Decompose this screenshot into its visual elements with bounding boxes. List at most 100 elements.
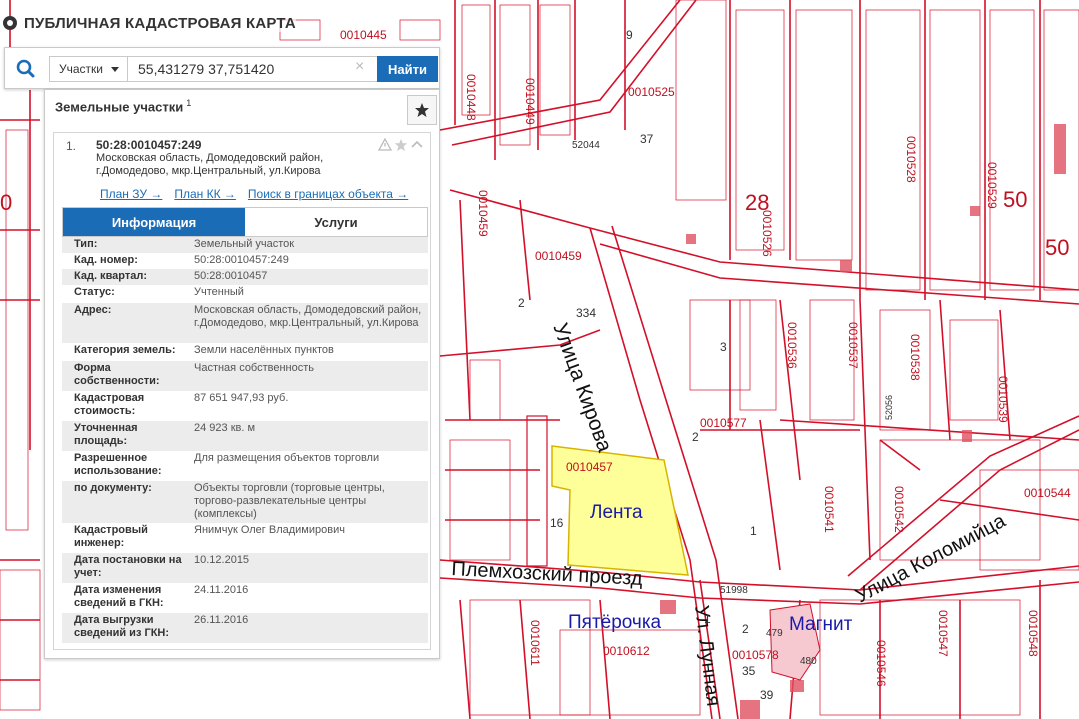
- info-row: Тип: Земельный участок: [62, 237, 428, 253]
- app-title: ПУБЛИЧНАЯ КАДАСТРОВАЯ КАРТА: [24, 14, 296, 32]
- quarter-label: 0010542: [892, 486, 906, 533]
- search-icon[interactable]: [9, 54, 43, 84]
- parcel-number: 39: [760, 688, 774, 702]
- block-num-50b: 50: [1045, 235, 1070, 260]
- quarter-label: 0010548: [1026, 610, 1040, 657]
- quarter-label: 0010445: [340, 28, 387, 42]
- result-index: 1.: [66, 139, 77, 153]
- find-button[interactable]: Найти: [377, 56, 438, 82]
- info-row: Кад. номер: 50:28:0010457:249: [62, 253, 428, 269]
- info-row: Кад. квартал: 50:28:0010457: [62, 269, 428, 285]
- info-row: Разрешенное использование: Для размещения…: [62, 451, 428, 481]
- info-value: Янимчук Олег Владимирович: [194, 524, 345, 536]
- parcel-number: 1: [704, 612, 711, 626]
- result-card: 1. 50:28:0010457:249 Московская область,…: [53, 132, 431, 650]
- info-row: Дата выгрузки сведений из ГКН: 26.11.2016: [62, 613, 428, 643]
- info-value: Объекты торговли (торговые центры, торго…: [194, 482, 385, 520]
- plan-zu-link[interactable]: План ЗУ →: [100, 187, 162, 201]
- info-row: Дата изменения сведений в ГКН: 24.11.2016: [62, 583, 428, 613]
- parcel-number: 51998: [720, 585, 748, 596]
- quarter-label: 0010525: [628, 85, 675, 99]
- info-key: Дата изменения сведений в ГКН:: [74, 584, 164, 609]
- quarter-label: 0010547: [936, 610, 950, 657]
- quarter-label: 0010611: [528, 620, 542, 666]
- info-row: Форма собственности: Частная собственност…: [62, 361, 428, 391]
- info-row: Категория земель: Земли населённых пункто…: [62, 343, 428, 361]
- parcel-number: 480: [800, 656, 817, 667]
- chevron-up-icon[interactable]: [410, 138, 424, 152]
- quarter-label: 0010459: [535, 249, 582, 263]
- search-type-label: Участки: [59, 62, 103, 76]
- quarter-label: 0010526: [760, 210, 774, 257]
- tab-info[interactable]: Информация: [63, 208, 245, 236]
- favorite-button[interactable]: [407, 95, 437, 125]
- search-type-select[interactable]: Участки: [49, 56, 128, 82]
- parcel-number: 3: [720, 340, 727, 354]
- info-value: 24.11.2016: [194, 584, 249, 596]
- parcel-number: 2: [742, 622, 749, 636]
- results-title-text: Земельные участки: [55, 99, 184, 115]
- store-label-magnit: Магнит: [789, 614, 853, 635]
- parcel-number: 52056: [884, 394, 894, 420]
- info-value[interactable]: 50:28:0010457: [186, 269, 428, 285]
- info-value: Московская область, Домодедовский район,…: [194, 304, 422, 329]
- info-key: Дата выгрузки сведений из ГКН:: [74, 614, 170, 639]
- results-header: Земельные участки 1: [45, 90, 439, 132]
- quarter-label: 0010539: [996, 376, 1010, 423]
- app-header: ПУБЛИЧНАЯ КАДАСТРОВАЯ КАРТА: [0, 10, 296, 36]
- info-value: Частная собственность: [194, 362, 315, 374]
- warning-icon[interactable]: [378, 138, 392, 152]
- info-row: Кадастровая стоимость: 87 651 947,93 руб.: [62, 391, 428, 421]
- block-num-50a: 50: [1003, 187, 1028, 212]
- store-label-pyaterochka: Пятёрочка: [568, 612, 662, 633]
- info-key: Статус:: [74, 286, 115, 298]
- results-panel: Земельные участки 1 1. 50:28:0010457:249 …: [44, 89, 440, 659]
- quarter-label: 0010541: [822, 486, 836, 533]
- info-value: 10.12.2015: [194, 554, 250, 566]
- info-value: 87 651 947,93 руб.: [194, 392, 289, 404]
- search-bar: Участки 55,431279 37,751420 × Найти: [4, 47, 440, 89]
- info-key: по документу:: [74, 482, 152, 494]
- parcel-number: 37: [640, 132, 654, 146]
- star-icon[interactable]: [394, 138, 408, 152]
- card-actions: [378, 138, 424, 152]
- search-panel: Участки 55,431279 37,751420 × Найти Земе…: [4, 47, 440, 659]
- info-value: Земельный участок: [194, 238, 295, 250]
- plan-kk-link[interactable]: План КК →: [174, 187, 236, 201]
- quarter-label: 0010528: [904, 136, 918, 183]
- quarter-label: 0010577: [700, 416, 747, 430]
- logo-icon: [3, 16, 17, 30]
- quarter-label: 0010612: [603, 644, 650, 658]
- tab-services[interactable]: Услуги: [245, 208, 427, 236]
- info-row: Дата постановки на учет: 10.12.2015: [62, 553, 428, 583]
- parcel-number: 9: [626, 28, 633, 42]
- result-cad-number[interactable]: 50:28:0010457:249: [96, 138, 201, 152]
- info-value[interactable]: 50:28:0010457:249: [186, 253, 428, 269]
- quarter-label: 0010544: [1024, 486, 1071, 500]
- info-row: по документу: Объекты торговли (торговые …: [62, 481, 428, 523]
- quarter-label: 0010537: [846, 322, 860, 369]
- quarter-label: 0010546: [874, 640, 888, 687]
- parcel-number: 479: [766, 628, 783, 639]
- results-title: Земельные участки 1: [55, 98, 191, 114]
- result-address: Московская область, Домодедовский район,…: [96, 152, 324, 177]
- search-input[interactable]: 55,431279 37,751420: [128, 56, 379, 82]
- info-value: 24 923 кв. м: [194, 422, 256, 434]
- info-key: Уточненная площадь:: [74, 422, 138, 447]
- quarter-label: 0010538: [908, 334, 922, 381]
- info-value: Для размещения объектов торговли: [194, 452, 380, 464]
- parcel-number: 35: [742, 664, 756, 678]
- parcel-number: 16: [550, 516, 564, 530]
- info-key: Адрес:: [74, 304, 112, 316]
- parcel-number: 2: [692, 430, 699, 444]
- info-row: Кадастровый инженер: Янимчук Олег Владими…: [62, 523, 428, 553]
- info-key: Кад. номер:: [74, 254, 138, 266]
- info-key: Тип:: [74, 238, 98, 250]
- quarter-label: 0010578: [732, 648, 779, 662]
- clear-icon[interactable]: ×: [355, 58, 364, 76]
- card-tabs: Информация Услуги: [62, 207, 428, 237]
- info-key: Разрешенное использование:: [74, 452, 162, 477]
- info-key: Кад. квартал:: [74, 270, 148, 282]
- quarter-label: 0010529: [985, 162, 999, 209]
- search-in-bounds-link[interactable]: Поиск в границах объекта →: [248, 187, 408, 201]
